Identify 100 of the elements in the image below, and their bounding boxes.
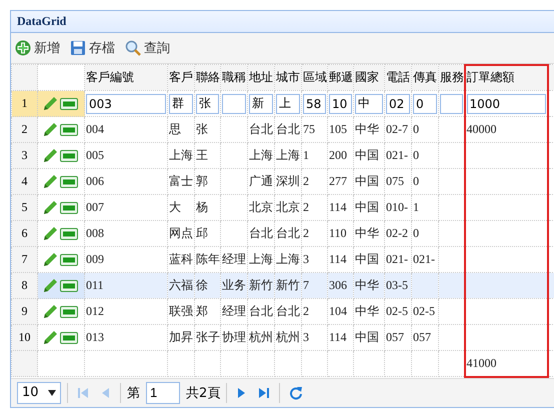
table-cell: 六福: [169, 278, 193, 292]
row-number: 10: [12, 324, 38, 351]
pencil-icon[interactable]: [42, 174, 58, 190]
column-header[interactable]: 郵遞: [328, 64, 354, 91]
pencil-icon[interactable]: [42, 96, 58, 112]
add-button[interactable]: 新增: [13, 37, 62, 60]
bar-icon[interactable]: [60, 254, 78, 266]
table-cell: 台北: [249, 304, 273, 318]
column-header[interactable]: 國家: [354, 64, 384, 91]
column-header[interactable]: 職稱: [220, 64, 248, 91]
pencil-icon[interactable]: [42, 252, 58, 268]
table-cell: 1: [303, 148, 309, 162]
table-cell: 005: [86, 148, 104, 162]
table-cell: 004: [86, 122, 104, 136]
column-header[interactable]: 聯絡: [194, 64, 220, 91]
cell-input-field[interactable]: 003: [86, 94, 166, 114]
table-cell: 经理: [222, 252, 246, 266]
table-cell: 杭州: [276, 330, 300, 344]
table-cell: 富士: [169, 174, 193, 188]
table-cell: 02-5: [386, 304, 408, 318]
column-header[interactable]: 服務: [438, 64, 464, 91]
previous-page-icon: [101, 386, 111, 400]
table-cell: 台北: [276, 226, 300, 240]
cell-input-field[interactable]: 群: [169, 94, 193, 114]
column-header[interactable]: 電話: [384, 64, 412, 91]
search-icon: [125, 40, 141, 56]
row-number: 6: [12, 220, 38, 247]
cell-input-field[interactable]: 10: [329, 94, 352, 114]
column-header[interactable]: 傳真: [412, 64, 438, 91]
table-cell: 011: [86, 278, 104, 292]
cell-input-field[interactable]: 新: [249, 94, 273, 114]
table-cell: 郑: [196, 304, 208, 318]
pencil-icon[interactable]: [42, 148, 58, 164]
table-cell: 104: [329, 304, 347, 318]
page-size-select[interactable]: 10: [17, 382, 61, 404]
footer-total: 41000: [466, 356, 496, 370]
bar-icon[interactable]: [60, 98, 78, 110]
table-cell: 012: [86, 304, 104, 318]
table-cell: 75: [303, 122, 315, 136]
table-cell: 013: [86, 330, 104, 344]
bar-icon[interactable]: [60, 228, 78, 240]
page-number-field[interactable]: 1: [146, 382, 180, 404]
cell-input-field[interactable]: [440, 94, 462, 114]
cell-input-field[interactable]: 中: [355, 94, 383, 114]
pencil-icon[interactable]: [42, 278, 58, 294]
table-cell: 02-5: [413, 304, 435, 318]
table-cell: 3: [303, 330, 309, 344]
table-cell: 021-: [413, 252, 435, 266]
bar-icon[interactable]: [60, 280, 78, 292]
pencil-icon[interactable]: [42, 330, 58, 346]
table-cell: 上海: [249, 148, 273, 162]
table-cell: 联强: [169, 304, 193, 318]
table-cell: 中国: [355, 148, 379, 162]
column-header[interactable]: 客戶編號: [84, 64, 168, 91]
column-header[interactable]: 訂單總額: [464, 64, 548, 91]
table-cell: 协理: [222, 330, 246, 344]
table-cell: 0: [413, 174, 419, 188]
table-cell: 009: [86, 252, 104, 266]
last-page-icon: [258, 386, 270, 400]
table-cell: 中华: [355, 304, 379, 318]
panel-title: DataGrid: [17, 14, 66, 30]
pencil-icon[interactable]: [42, 200, 58, 216]
bar-icon[interactable]: [60, 202, 78, 214]
bar-icon[interactable]: [60, 150, 78, 162]
bar-icon[interactable]: [60, 176, 78, 188]
search-button[interactable]: 查詢: [123, 37, 172, 60]
row-number: 1: [12, 90, 38, 117]
cell-input-field[interactable]: 上: [276, 94, 300, 114]
table-cell: 中华: [355, 278, 379, 292]
row-number: 4: [12, 168, 38, 195]
refresh-icon: [289, 386, 304, 400]
cell-input-field[interactable]: [222, 94, 246, 114]
table-cell: 上海: [276, 148, 300, 162]
table-cell: 大: [169, 200, 181, 214]
table-cell: 张子: [196, 330, 220, 344]
column-header[interactable]: 城市: [274, 64, 302, 91]
pencil-icon[interactable]: [42, 304, 58, 320]
cell-input-field[interactable]: 1000: [466, 94, 546, 114]
bar-icon[interactable]: [60, 332, 78, 344]
table-cell: 006: [86, 174, 104, 188]
plus-icon: [15, 40, 31, 56]
cell-input-field[interactable]: 0: [413, 94, 437, 114]
cell-input-field[interactable]: 张: [196, 94, 219, 114]
row-number: 3: [12, 142, 38, 169]
cell-input-field[interactable]: 02: [386, 94, 410, 114]
bar-icon[interactable]: [60, 124, 78, 136]
bar-icon[interactable]: [60, 306, 78, 318]
pencil-icon[interactable]: [42, 122, 58, 138]
pencil-icon[interactable]: [42, 226, 58, 242]
row-number: 9: [12, 298, 38, 325]
table-cell: 1: [413, 200, 419, 214]
table-cell: 0: [413, 148, 419, 162]
column-header[interactable]: 區域: [302, 64, 328, 91]
table-cell: 007: [86, 200, 104, 214]
table-cell: 张: [196, 122, 208, 136]
column-header[interactable]: 地址: [248, 64, 274, 91]
save-button[interactable]: 存檔: [68, 37, 117, 60]
cell-input-field[interactable]: 58: [303, 94, 326, 114]
column-header[interactable]: 客戶: [168, 64, 194, 91]
table-cell: 02-7: [386, 122, 408, 136]
